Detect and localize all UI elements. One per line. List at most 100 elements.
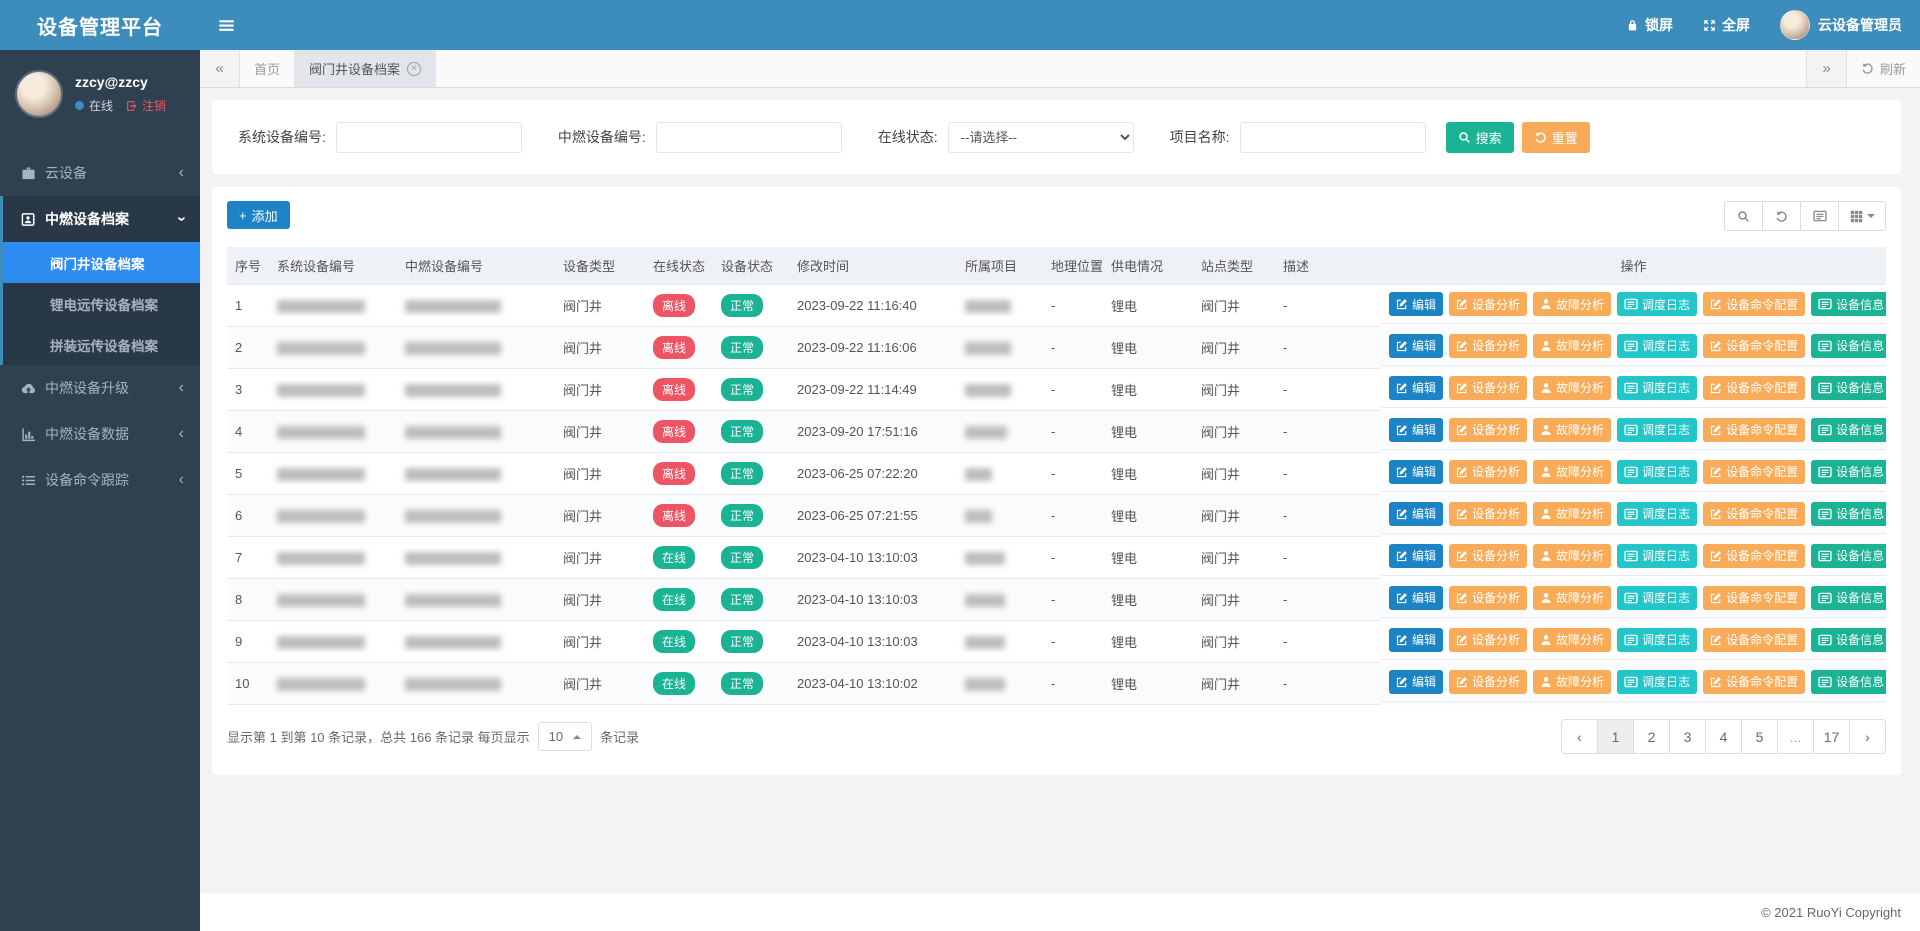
page-number-button[interactable]: 2	[1633, 719, 1670, 754]
edit-button[interactable]: 编辑	[1389, 334, 1443, 358]
fault-analysis-button[interactable]: 故障分析	[1533, 460, 1611, 484]
dispatch-log-button[interactable]: 调度日志	[1617, 376, 1697, 400]
page-number-button[interactable]: 3	[1669, 719, 1706, 754]
column-header[interactable]: 设备状态	[713, 247, 789, 285]
device-command-config-button[interactable]: 设备命令配置	[1703, 586, 1805, 610]
column-header[interactable]: 系统设备编号	[269, 247, 397, 285]
device-info-button[interactable]: 设备信息	[1811, 502, 1886, 526]
sys-device-no-input[interactable]	[336, 122, 522, 153]
sidebar-item-cloud-device[interactable]: 云设备 ‹	[0, 150, 200, 196]
device-command-config-button[interactable]: 设备命令配置	[1703, 628, 1805, 652]
device-command-config-button[interactable]: 设备命令配置	[1703, 502, 1805, 526]
sidebar-subitem-assembled-remote-archive[interactable]: 拼装远传设备档案	[3, 324, 200, 365]
page-number-button[interactable]: 1	[1597, 719, 1634, 754]
page-number-button[interactable]: 5	[1741, 719, 1778, 754]
device-info-button[interactable]: 设备信息	[1811, 376, 1886, 400]
column-header[interactable]: 地理位置	[1043, 247, 1103, 285]
tabs-scroll-right-button[interactable]: »	[1806, 50, 1846, 87]
column-header[interactable]: 操作	[1381, 247, 1886, 285]
dispatch-log-button[interactable]: 调度日志	[1617, 418, 1697, 442]
device-command-config-button[interactable]: 设备命令配置	[1703, 292, 1805, 316]
column-header[interactable]: 序号	[227, 247, 269, 285]
device-analysis-button[interactable]: 设备分析	[1449, 334, 1527, 358]
table-view-button[interactable]	[1838, 201, 1886, 231]
device-info-button[interactable]: 设备信息	[1811, 670, 1886, 694]
fault-analysis-button[interactable]: 故障分析	[1533, 418, 1611, 442]
dispatch-log-button[interactable]: 调度日志	[1617, 628, 1697, 652]
device-info-button[interactable]: 设备信息	[1811, 292, 1886, 316]
dispatch-log-button[interactable]: 调度日志	[1617, 586, 1697, 610]
column-header[interactable]: 站点类型	[1193, 247, 1275, 285]
edit-button[interactable]: 编辑	[1389, 544, 1443, 568]
device-info-button[interactable]: 设备信息	[1811, 334, 1886, 358]
edit-button[interactable]: 编辑	[1389, 376, 1443, 400]
table-search-button[interactable]	[1724, 201, 1763, 231]
dispatch-log-button[interactable]: 调度日志	[1617, 460, 1697, 484]
device-analysis-button[interactable]: 设备分析	[1449, 586, 1527, 610]
refresh-tab-button[interactable]: 刷新	[1846, 50, 1920, 87]
device-command-config-button[interactable]: 设备命令配置	[1703, 460, 1805, 484]
column-header[interactable]: 在线状态	[645, 247, 713, 285]
sidebar-subitem-lithium-remote-archive[interactable]: 锂电远传设备档案	[3, 283, 200, 324]
dispatch-log-button[interactable]: 调度日志	[1617, 544, 1697, 568]
device-info-button[interactable]: 设备信息	[1811, 586, 1886, 610]
page-number-button[interactable]: 4	[1705, 719, 1742, 754]
page-size-select[interactable]: 10	[538, 722, 592, 751]
column-header[interactable]: 设备类型	[555, 247, 645, 285]
device-analysis-button[interactable]: 设备分析	[1449, 418, 1527, 442]
zr-device-no-input[interactable]	[656, 122, 842, 153]
fullscreen-button[interactable]: 全屏	[1703, 15, 1750, 35]
page-prev-button[interactable]: ‹	[1561, 719, 1598, 754]
user-menu[interactable]: 云设备管理员	[1780, 10, 1902, 40]
device-command-config-button[interactable]: 设备命令配置	[1703, 418, 1805, 442]
fault-analysis-button[interactable]: 故障分析	[1533, 628, 1611, 652]
device-analysis-button[interactable]: 设备分析	[1449, 460, 1527, 484]
fault-analysis-button[interactable]: 故障分析	[1533, 670, 1611, 694]
reset-button[interactable]: 重置	[1522, 122, 1590, 153]
table-refresh-button[interactable]	[1762, 201, 1801, 231]
device-analysis-button[interactable]: 设备分析	[1449, 628, 1527, 652]
close-icon[interactable]: ×	[407, 62, 421, 76]
sidebar-item-device-data[interactable]: 中燃设备数据 ‹	[0, 411, 200, 457]
device-analysis-button[interactable]: 设备分析	[1449, 670, 1527, 694]
sidebar-subitem-valve-well-archive[interactable]: 阀门井设备档案	[3, 242, 200, 283]
sidebar-item-command-tracking[interactable]: 设备命令跟踪 ‹	[0, 457, 200, 503]
column-header[interactable]: 供电情况	[1103, 247, 1193, 285]
online-status-select[interactable]: --请选择--	[948, 122, 1134, 153]
tab-home[interactable]: 首页	[240, 50, 295, 87]
project-name-input[interactable]	[1240, 122, 1426, 153]
dispatch-log-button[interactable]: 调度日志	[1617, 670, 1697, 694]
edit-button[interactable]: 编辑	[1389, 502, 1443, 526]
search-button[interactable]: 搜索	[1446, 122, 1514, 153]
dispatch-log-button[interactable]: 调度日志	[1617, 334, 1697, 358]
column-header[interactable]: 描述	[1275, 247, 1381, 285]
device-info-button[interactable]: 设备信息	[1811, 628, 1886, 652]
page-next-button[interactable]: ›	[1849, 719, 1886, 754]
add-button[interactable]: + 添加	[227, 201, 290, 229]
device-analysis-button[interactable]: 设备分析	[1449, 292, 1527, 316]
device-info-button[interactable]: 设备信息	[1811, 460, 1886, 484]
device-analysis-button[interactable]: 设备分析	[1449, 502, 1527, 526]
column-header[interactable]: 中燃设备编号	[397, 247, 555, 285]
column-header[interactable]: 修改时间	[789, 247, 957, 285]
device-command-config-button[interactable]: 设备命令配置	[1703, 670, 1805, 694]
device-analysis-button[interactable]: 设备分析	[1449, 544, 1527, 568]
fault-analysis-button[interactable]: 故障分析	[1533, 292, 1611, 316]
device-info-button[interactable]: 设备信息	[1811, 418, 1886, 442]
dispatch-log-button[interactable]: 调度日志	[1617, 502, 1697, 526]
table-columns-button[interactable]	[1800, 201, 1839, 231]
tabs-scroll-left-button[interactable]: «	[200, 50, 240, 87]
fault-analysis-button[interactable]: 故障分析	[1533, 334, 1611, 358]
edit-button[interactable]: 编辑	[1389, 460, 1443, 484]
edit-button[interactable]: 编辑	[1389, 586, 1443, 610]
sidebar-toggle-button[interactable]	[200, 0, 252, 50]
fault-analysis-button[interactable]: 故障分析	[1533, 376, 1611, 400]
lock-screen-button[interactable]: 锁屏	[1626, 15, 1673, 35]
device-command-config-button[interactable]: 设备命令配置	[1703, 544, 1805, 568]
device-info-button[interactable]: 设备信息	[1811, 544, 1886, 568]
edit-button[interactable]: 编辑	[1389, 292, 1443, 316]
page-number-button[interactable]: 17	[1813, 719, 1850, 754]
edit-button[interactable]: 编辑	[1389, 628, 1443, 652]
sidebar-item-device-archive[interactable]: 中燃设备档案 ‹	[3, 196, 200, 242]
edit-button[interactable]: 编辑	[1389, 670, 1443, 694]
